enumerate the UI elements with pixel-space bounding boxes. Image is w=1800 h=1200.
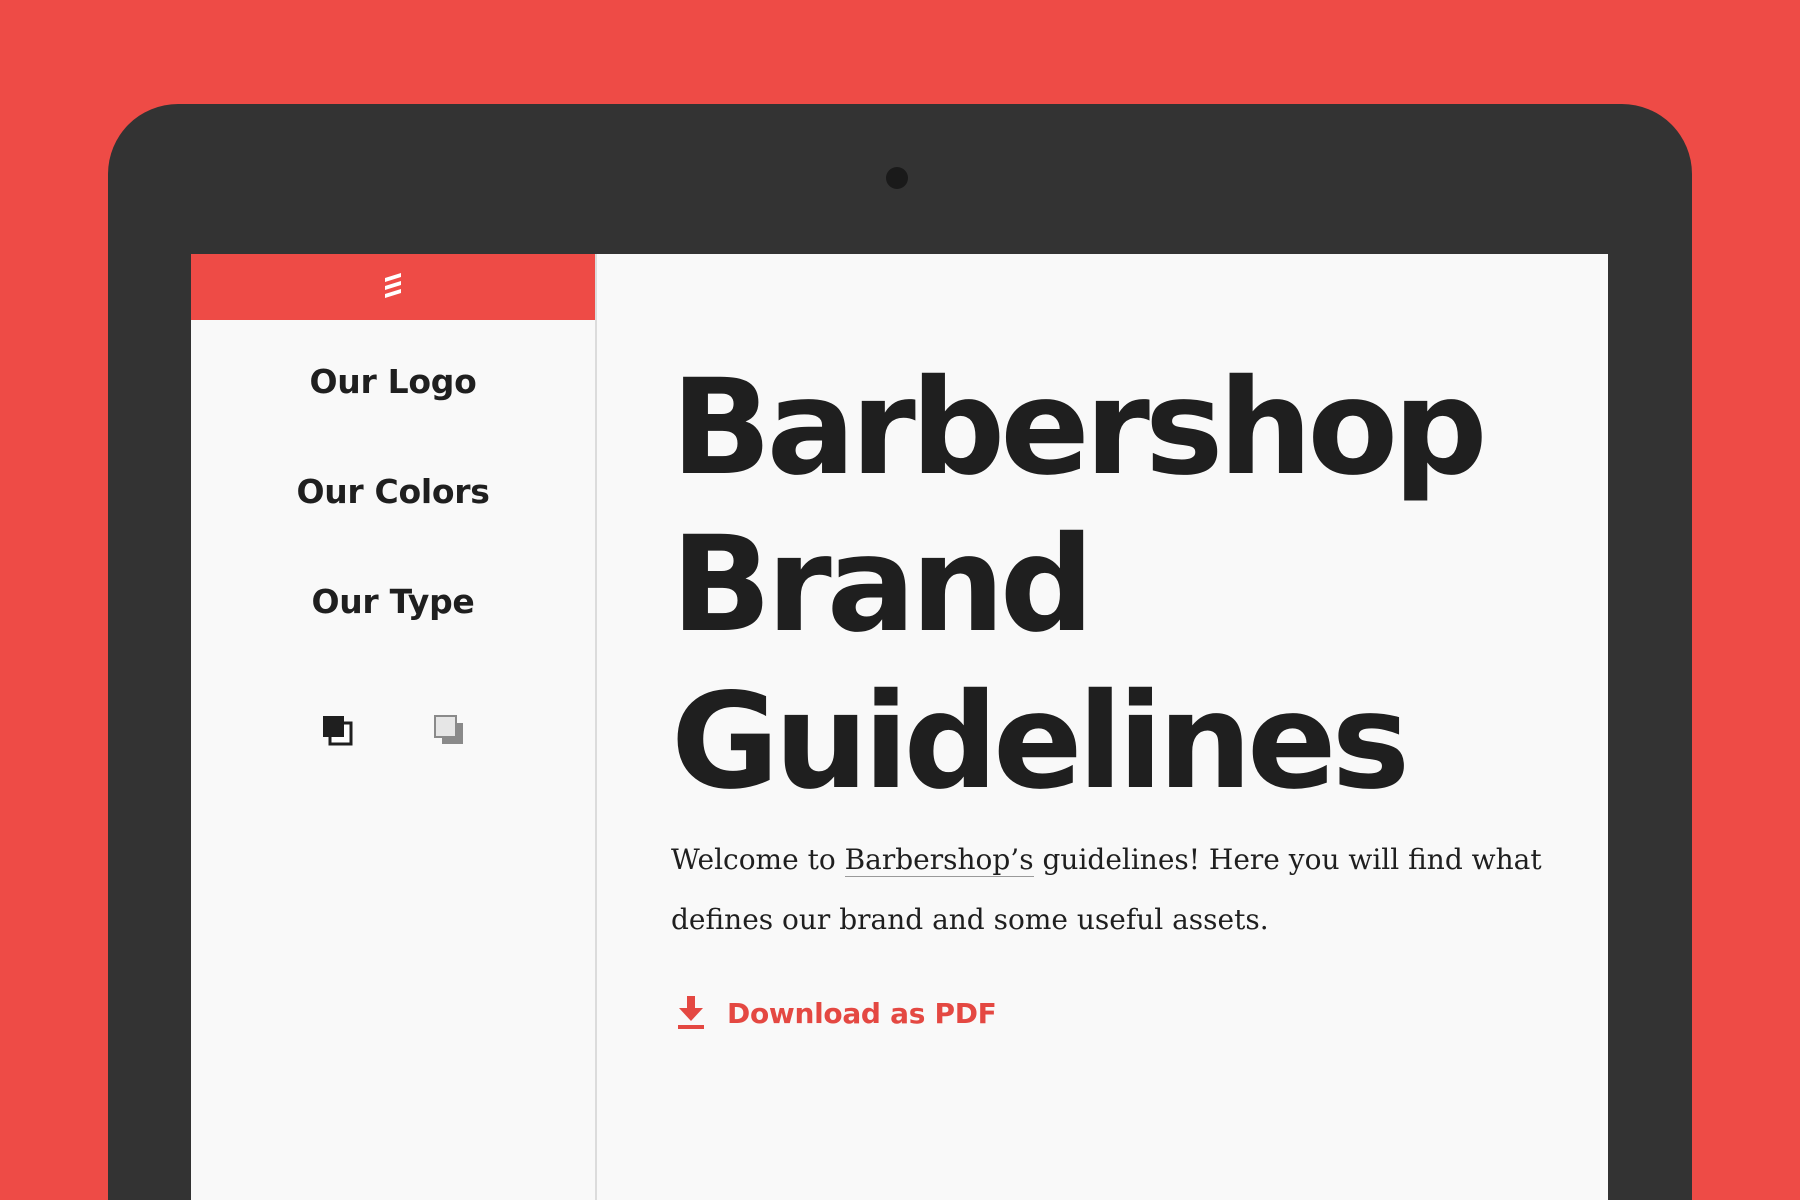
download-icon: [677, 996, 705, 1030]
barber-pole-icon[interactable]: [382, 272, 404, 302]
dark-theme-icon[interactable]: [321, 714, 353, 746]
light-theme-icon[interactable]: [433, 714, 465, 746]
screen: Our Logo Our Colors Our Type Barbershop …: [191, 254, 1608, 1200]
sidebar-item-logo[interactable]: Our Logo: [191, 362, 595, 472]
sidebar: Our Logo Our Colors Our Type: [191, 254, 597, 1200]
sidebar-header: [191, 254, 595, 320]
intro-paragraph: Welcome to Barbershop’s guidelines! Here…: [671, 830, 1551, 950]
sidebar-item-colors[interactable]: Our Colors: [191, 472, 595, 582]
title-line-1: Barbershop: [671, 351, 1488, 505]
main-content: Barbershop Brand Guidelines Welcome to B…: [597, 254, 1608, 1200]
title-line-2: Brand: [671, 508, 1094, 662]
sidebar-nav: Our Logo Our Colors Our Type: [191, 362, 595, 692]
camera-dot: [886, 167, 908, 189]
download-pdf-link[interactable]: Download as PDF: [677, 996, 997, 1030]
download-label: Download as PDF: [727, 996, 997, 1030]
tablet-frame: Our Logo Our Colors Our Type Barbershop …: [108, 104, 1692, 1200]
barbershop-link[interactable]: Barbershop’s: [844, 843, 1034, 877]
theme-toggles: [191, 710, 595, 750]
page-title: Barbershop Brand Guidelines: [671, 350, 1488, 821]
intro-text-start: Welcome to: [671, 843, 845, 876]
sidebar-item-type[interactable]: Our Type: [191, 582, 595, 692]
title-line-3: Guidelines: [671, 665, 1410, 819]
